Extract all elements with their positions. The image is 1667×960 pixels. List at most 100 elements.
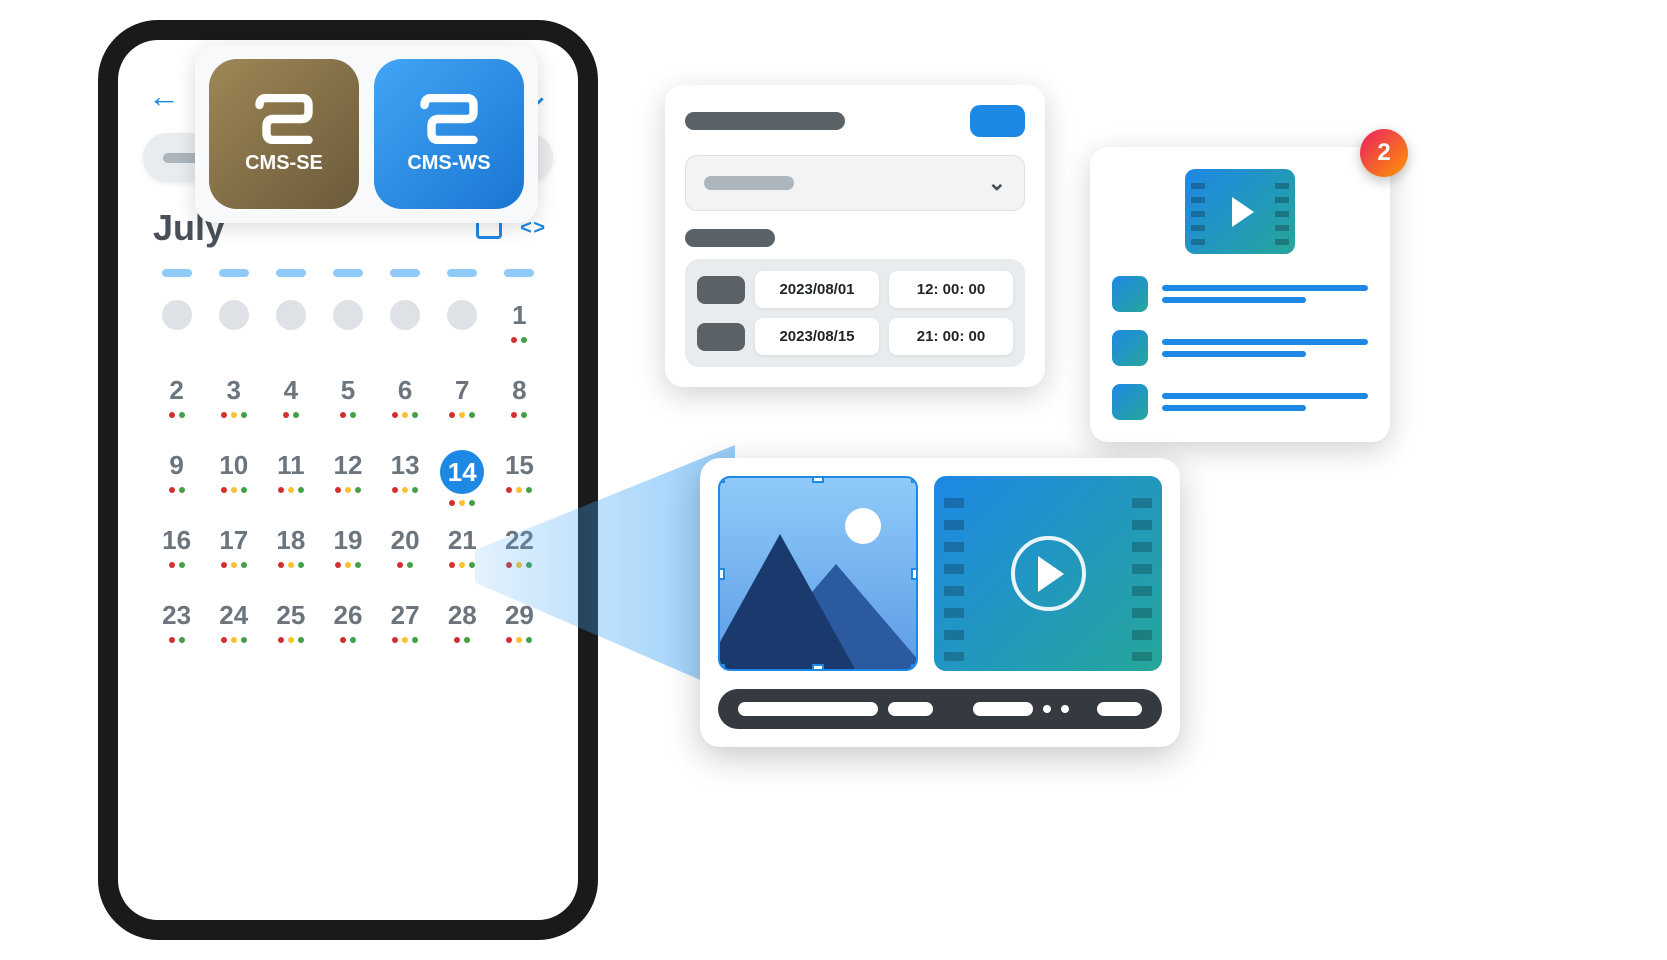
calendar-cell[interactable]: 11 bbox=[262, 442, 319, 517]
day-number: 11 bbox=[277, 450, 305, 481]
select-value-placeholder bbox=[704, 176, 794, 190]
event-dot bbox=[449, 412, 455, 418]
event-dot bbox=[169, 562, 175, 568]
resize-handle[interactable] bbox=[718, 568, 725, 580]
timeline-marker[interactable] bbox=[1043, 705, 1051, 713]
resize-handle[interactable] bbox=[812, 664, 824, 671]
timeline-segment[interactable] bbox=[973, 702, 1033, 716]
calendar-cell[interactable]: 9 bbox=[148, 442, 205, 517]
play-button[interactable] bbox=[1011, 536, 1086, 611]
event-dots bbox=[454, 637, 470, 643]
day-header bbox=[504, 269, 534, 277]
calendar-cell[interactable]: 13 bbox=[377, 442, 434, 517]
event-dot bbox=[278, 562, 284, 568]
event-dots bbox=[221, 487, 247, 493]
resize-handle[interactable] bbox=[911, 476, 918, 483]
event-dot bbox=[516, 637, 522, 643]
back-arrow-icon[interactable]: ← bbox=[148, 78, 180, 115]
calendar-cell[interactable]: 14 bbox=[434, 442, 491, 517]
event-dot bbox=[298, 637, 304, 643]
list-item[interactable] bbox=[1112, 276, 1368, 312]
timeline-marker[interactable] bbox=[1061, 705, 1069, 713]
time-input[interactable]: 12: 00: 00 bbox=[889, 271, 1013, 308]
calendar-cell[interactable]: 1 bbox=[491, 292, 548, 367]
calendar-cell[interactable]: 28 bbox=[434, 592, 491, 667]
calendar-cell[interactable]: 18 bbox=[262, 517, 319, 592]
day-number: 2 bbox=[169, 375, 183, 406]
image-widget[interactable]: ➤ bbox=[718, 476, 918, 671]
time-input[interactable]: 21: 00: 00 bbox=[889, 318, 1013, 355]
event-dot bbox=[392, 412, 398, 418]
event-dot bbox=[169, 487, 175, 493]
cms-se-app-icon[interactable]: CMS-SE bbox=[209, 59, 359, 209]
date-input[interactable]: 2023/08/01 bbox=[755, 271, 879, 308]
event-dot bbox=[350, 637, 356, 643]
event-dots bbox=[511, 412, 527, 418]
video-widget[interactable] bbox=[934, 476, 1162, 671]
calendar-cell[interactable]: 15 bbox=[491, 442, 548, 517]
timeline-segment[interactable] bbox=[1097, 702, 1142, 716]
calendar-cell[interactable]: 16 bbox=[148, 517, 205, 592]
calendar-cell[interactable]: 5 bbox=[319, 367, 376, 442]
event-dot bbox=[355, 487, 361, 493]
date-row-label bbox=[697, 323, 745, 351]
calendar-cell[interactable]: 8 bbox=[491, 367, 548, 442]
item-text bbox=[1162, 339, 1368, 357]
calendar-cell[interactable]: 10 bbox=[205, 442, 262, 517]
day-number: 12 bbox=[334, 450, 363, 481]
calendar-cell[interactable]: 20 bbox=[377, 517, 434, 592]
day-number: 5 bbox=[341, 375, 355, 406]
cms-ws-app-icon[interactable]: CMS-WS bbox=[374, 59, 524, 209]
date-input[interactable]: 2023/08/15 bbox=[755, 318, 879, 355]
event-dot bbox=[516, 487, 522, 493]
day-number: 20 bbox=[391, 525, 420, 556]
schedule-select[interactable]: ⌄ bbox=[685, 155, 1025, 211]
event-dots bbox=[392, 412, 418, 418]
event-dot bbox=[169, 412, 175, 418]
calendar-cell[interactable]: 26 bbox=[319, 592, 376, 667]
calendar-cell[interactable]: 17 bbox=[205, 517, 262, 592]
image-mountain bbox=[718, 534, 855, 669]
calendar-cell[interactable]: 2 bbox=[148, 367, 205, 442]
calendar-cell[interactable]: 24 bbox=[205, 592, 262, 667]
event-dot bbox=[412, 487, 418, 493]
event-dots bbox=[449, 562, 475, 568]
event-dot bbox=[469, 500, 475, 506]
day-number: 15 bbox=[505, 450, 534, 481]
event-dot bbox=[345, 487, 351, 493]
event-dot bbox=[449, 500, 455, 506]
schedule-section-label bbox=[685, 229, 775, 247]
resize-handle[interactable] bbox=[812, 476, 824, 483]
empty-day-icon bbox=[447, 300, 477, 330]
calendar-cell[interactable]: 6 bbox=[377, 367, 434, 442]
calendar-cell[interactable]: 3 bbox=[205, 367, 262, 442]
calendar-cell[interactable]: 12 bbox=[319, 442, 376, 517]
calendar-cell[interactable]: 27 bbox=[377, 592, 434, 667]
event-dot bbox=[412, 637, 418, 643]
resize-handle[interactable] bbox=[718, 664, 725, 671]
playlist-count-badge: 2 bbox=[1360, 129, 1408, 177]
list-item[interactable] bbox=[1112, 384, 1368, 420]
calendar-cell[interactable]: 23 bbox=[148, 592, 205, 667]
event-dots bbox=[169, 487, 185, 493]
resize-handle[interactable] bbox=[911, 568, 918, 580]
calendar-cell[interactable]: 7 bbox=[434, 367, 491, 442]
video-thumbnail-icon[interactable] bbox=[1185, 169, 1295, 254]
calendar-cell[interactable]: 19 bbox=[319, 517, 376, 592]
playlist-items bbox=[1112, 276, 1368, 420]
event-dot bbox=[231, 487, 237, 493]
event-dot bbox=[288, 487, 294, 493]
timeline-segment[interactable] bbox=[888, 702, 933, 716]
calendar-cell[interactable]: 4 bbox=[262, 367, 319, 442]
event-dot bbox=[392, 637, 398, 643]
timeline-segment[interactable] bbox=[738, 702, 878, 716]
event-dot bbox=[241, 637, 247, 643]
schedule-action-button[interactable] bbox=[970, 105, 1025, 137]
calendar-cell[interactable]: 25 bbox=[262, 592, 319, 667]
event-dots bbox=[278, 637, 304, 643]
resize-handle[interactable] bbox=[718, 476, 725, 483]
event-dot bbox=[449, 562, 455, 568]
timeline-track[interactable] bbox=[718, 689, 1162, 729]
resize-handle[interactable] bbox=[911, 664, 918, 671]
list-item[interactable] bbox=[1112, 330, 1368, 366]
